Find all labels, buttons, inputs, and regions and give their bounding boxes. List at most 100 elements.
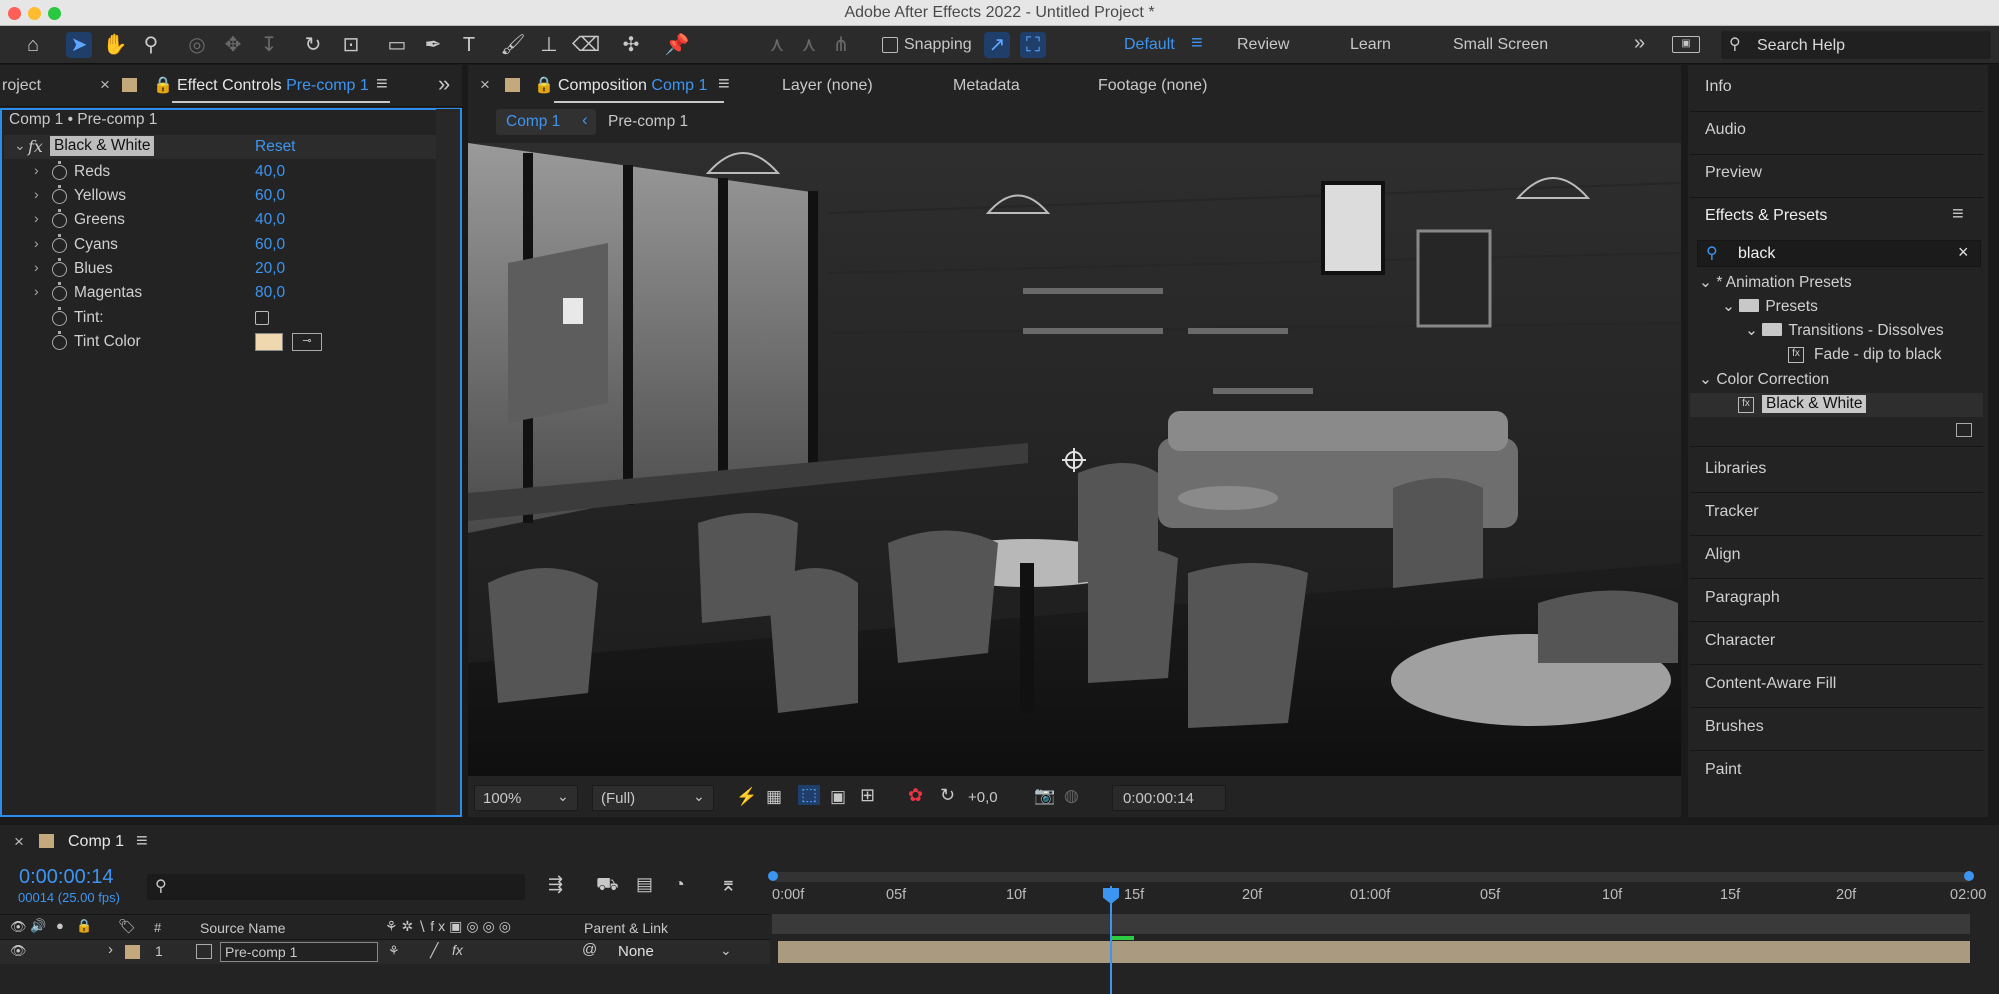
orbit-camera-icon[interactable]: ◎: [184, 32, 210, 58]
workspace-small-screen[interactable]: Small Screen: [1453, 36, 1548, 54]
layer-duration-bar[interactable]: [778, 941, 1970, 963]
time-navigator[interactable]: [772, 914, 1970, 934]
show-snapshot-icon[interactable]: ◍: [1064, 786, 1079, 806]
workspace-toggle-icon[interactable]: ▣: [1672, 36, 1700, 53]
panel-libraries[interactable]: Libraries: [1705, 460, 1766, 478]
workspace-default[interactable]: Default: [1124, 36, 1175, 54]
comp-flowchart-icon[interactable]: ⇶: [548, 874, 563, 895]
panel-effects-presets[interactable]: Effects & Presets: [1705, 207, 1827, 225]
transparency-grid-icon[interactable]: ▦: [766, 787, 782, 807]
axis-local-icon[interactable]: ⋏: [764, 32, 790, 58]
puppet-pin-tool-icon[interactable]: 📌: [664, 32, 690, 58]
panel-preview[interactable]: Preview: [1705, 164, 1762, 182]
chevron-right-icon[interactable]: ›: [34, 259, 39, 275]
panel-menu-icon[interactable]: ≡: [718, 73, 730, 96]
exposure-value[interactable]: +0,0: [968, 789, 998, 806]
column-source-name[interactable]: Source Name: [200, 920, 286, 936]
parent-select[interactable]: None ⌄: [604, 941, 740, 963]
chevron-right-icon[interactable]: ›: [34, 186, 39, 202]
flow-child-comp[interactable]: Pre-comp 1: [608, 113, 688, 131]
reset-link[interactable]: Reset: [255, 138, 296, 156]
roto-brush-tool-icon[interactable]: ✣: [618, 32, 644, 58]
workspace-overflow-icon[interactable]: »: [1634, 32, 1645, 55]
fx-icon[interactable]: fx: [28, 137, 43, 156]
eye-icon[interactable]: 👁: [10, 943, 27, 959]
clear-search-icon[interactable]: ×: [1958, 242, 1969, 263]
effect-name[interactable]: Black & White: [50, 136, 155, 156]
stopwatch-icon[interactable]: [52, 282, 67, 301]
composition-viewer[interactable]: [468, 143, 1681, 776]
tint-color-swatch[interactable]: [255, 333, 283, 351]
mask-visibility-icon[interactable]: ⬚: [798, 785, 821, 805]
tab-footage[interactable]: Footage (none): [1098, 77, 1207, 95]
panel-content-aware-fill[interactable]: Content-Aware Fill: [1705, 675, 1836, 693]
panel-info[interactable]: Info: [1705, 78, 1732, 96]
fast-previews-icon[interactable]: ⚡: [736, 787, 757, 807]
panel-align[interactable]: Align: [1705, 546, 1741, 564]
timecode-display[interactable]: 0:00:00:14: [1112, 785, 1226, 811]
collapse-transform-icon[interactable]: ⚘: [388, 943, 400, 959]
new-folder-icon[interactable]: [1956, 423, 1972, 437]
panel-paragraph[interactable]: Paragraph: [1705, 589, 1780, 607]
stopwatch-icon[interactable]: [52, 331, 67, 350]
tint-checkbox[interactable]: [255, 311, 269, 325]
column-parent-link[interactable]: Parent & Link: [584, 920, 668, 936]
tree-animation-presets[interactable]: ⌄ * Animation Presets: [1699, 273, 1852, 292]
search-help-field[interactable]: ⚲ Search Help: [1721, 31, 1991, 59]
current-time[interactable]: 0:00:00:14: [19, 866, 114, 889]
snap-features-icon[interactable]: ⛶: [1020, 32, 1046, 58]
graph-editor-icon[interactable]: ⌆: [720, 872, 737, 897]
audio-icon[interactable]: 🔊: [30, 918, 46, 934]
quality-icon[interactable]: ╱: [430, 942, 438, 959]
brush-tool-icon[interactable]: 🖌: [500, 32, 526, 58]
tree-color-correction[interactable]: ⌄ Color Correction: [1699, 370, 1829, 389]
workspace-menu-icon[interactable]: ≡: [1191, 32, 1203, 55]
rotation-tool-icon[interactable]: ↻: [300, 32, 326, 58]
effects-search-input[interactable]: ⚲ black ×: [1697, 240, 1981, 267]
clone-stamp-tool-icon[interactable]: ⊥: [536, 32, 562, 58]
eyedropper-icon[interactable]: ⊸: [292, 333, 322, 351]
lock-icon[interactable]: 🔒: [534, 75, 554, 95]
panel-menu-icon[interactable]: ≡: [136, 830, 148, 853]
tab-effect-controls[interactable]: Effect Controls Pre-comp 1: [177, 77, 369, 95]
snap-edges-icon[interactable]: ↗: [984, 32, 1010, 58]
chevron-down-icon[interactable]: ⌄: [14, 137, 26, 154]
layer-name[interactable]: Pre-comp 1: [220, 942, 378, 962]
tree-transitions-dissolves[interactable]: ⌄ Transitions - Dissolves: [1745, 321, 1944, 340]
label-tag-icon[interactable]: 🏷: [118, 918, 136, 935]
close-tab-icon[interactable]: ×: [14, 832, 24, 852]
effect-header-row[interactable]: ⌄ fx Black & White Reset: [4, 135, 436, 159]
flow-current-comp[interactable]: Comp 1 ‹: [496, 109, 596, 135]
panel-paint[interactable]: Paint: [1705, 761, 1741, 779]
panel-menu-icon[interactable]: ≡: [376, 73, 388, 96]
pickwhip-icon[interactable]: @: [582, 941, 597, 958]
dolly-camera-icon[interactable]: ↧: [256, 32, 282, 58]
panel-audio[interactable]: Audio: [1705, 121, 1746, 139]
snapshot-icon[interactable]: 📷: [1034, 786, 1055, 806]
scrollbar[interactable]: [436, 109, 460, 815]
eraser-tool-icon[interactable]: ⌫: [572, 32, 600, 58]
channels-icon[interactable]: ✿: [908, 785, 923, 806]
property-value[interactable]: 60,0: [255, 187, 285, 205]
tree-presets[interactable]: ⌄ Presets: [1722, 297, 1818, 316]
type-tool-icon[interactable]: T: [456, 32, 482, 58]
property-value[interactable]: 40,0: [255, 163, 285, 181]
panel-character[interactable]: Character: [1705, 632, 1775, 650]
zoom-select[interactable]: 100% ⌄: [474, 785, 578, 811]
workspace-review[interactable]: Review: [1237, 36, 1289, 54]
frame-blending-icon[interactable]: ▤: [636, 874, 653, 895]
home-icon[interactable]: ⌂: [20, 32, 46, 58]
axis-world-icon[interactable]: ⋏: [796, 32, 822, 58]
grid-guides-icon[interactable]: ⊞: [860, 785, 875, 806]
stopwatch-icon[interactable]: [52, 307, 67, 326]
lock-icon[interactable]: 🔒: [153, 75, 173, 95]
selection-tool-icon[interactable]: ➤: [66, 32, 92, 58]
chevron-right-icon[interactable]: ›: [34, 235, 39, 251]
work-area-start-handle[interactable]: [768, 871, 778, 881]
stopwatch-icon[interactable]: [52, 185, 67, 204]
shy-layers-icon[interactable]: ⛟: [596, 874, 619, 898]
rectangle-tool-icon[interactable]: ▭: [384, 32, 410, 58]
panel-brushes[interactable]: Brushes: [1705, 718, 1764, 736]
pen-tool-icon[interactable]: ✒: [420, 32, 446, 58]
chevron-right-icon[interactable]: ›: [34, 283, 39, 299]
